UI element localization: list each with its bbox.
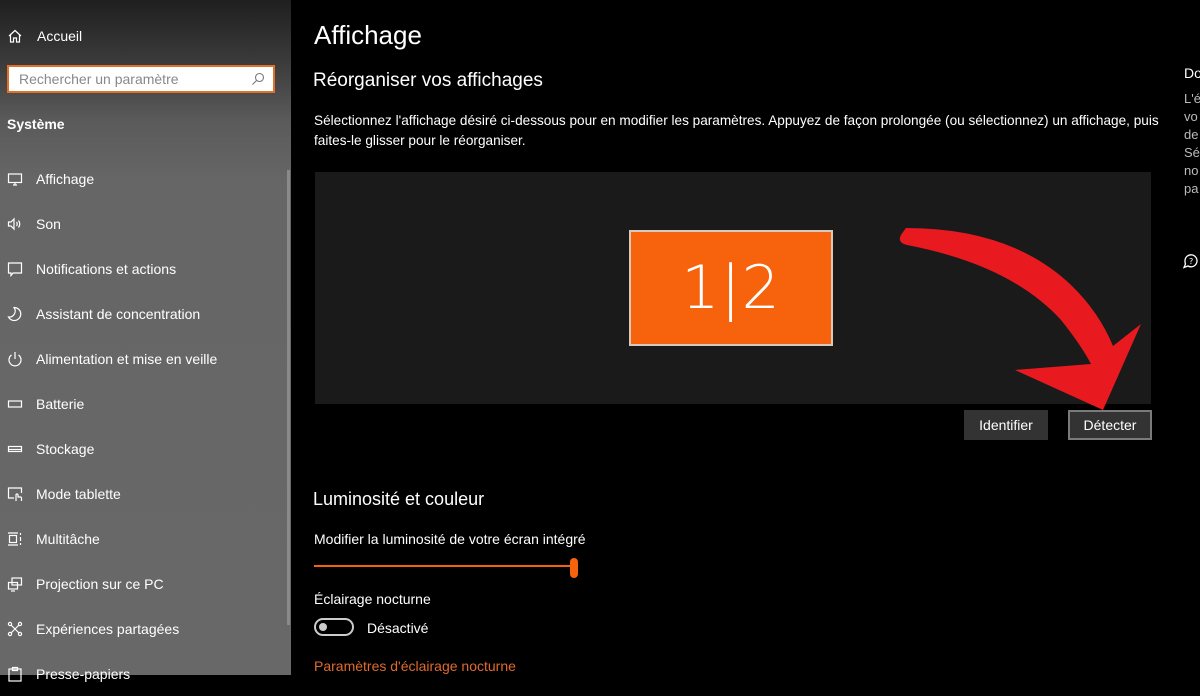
night-light-settings-link[interactable]: Paramètres d'éclairage nocturne: [314, 658, 516, 674]
sidebar-item-alimentation[interactable]: Alimentation et mise en veille: [0, 336, 287, 381]
related-panel-line: de: [1184, 127, 1199, 142]
sidebar-item-batterie[interactable]: Batterie: [0, 381, 287, 426]
sidebar-nav: Affichage Son Notifications et actions A…: [0, 156, 287, 696]
sidebar-item-notifications[interactable]: Notifications et actions: [0, 246, 287, 291]
search-box[interactable]: [7, 65, 275, 93]
sidebar-item-son[interactable]: Son: [0, 201, 287, 246]
svg-text:?: ?: [1189, 257, 1193, 266]
annotation-arrow-shape: [899, 228, 1141, 410]
projection-icon: [7, 576, 23, 592]
sidebar: Accueil Système Affichage Son Notificati…: [0, 0, 291, 682]
related-panel-line: no: [1184, 163, 1199, 178]
night-light-toggle[interactable]: [314, 618, 354, 636]
search-icon[interactable]: [251, 72, 265, 86]
shared-experiences-icon: [7, 621, 23, 636]
sidebar-item-affichage[interactable]: Affichage: [0, 156, 287, 201]
sidebar-item-label: Affichage: [36, 170, 95, 187]
related-panel-line: vo: [1184, 109, 1198, 124]
related-panel-line: pa: [1184, 181, 1199, 196]
home-icon: [8, 29, 22, 43]
sidebar-item-label: Assistant de concentration: [36, 305, 201, 322]
sidebar-item-label: Presse-papiers: [36, 665, 131, 682]
related-panel-title: Do: [1184, 65, 1200, 81]
monitor-icon: [7, 172, 23, 186]
tablet-mode-icon: [7, 486, 23, 501]
brightness-slider[interactable]: [314, 558, 578, 578]
sidebar-item-label: Alimentation et mise en veille: [36, 350, 218, 367]
home-label: Accueil: [37, 28, 83, 44]
brightness-slider-track: [314, 565, 574, 567]
storage-icon: [7, 445, 23, 452]
notification-icon: [7, 261, 23, 277]
moon-icon: [7, 306, 22, 321]
sidebar-item-concentration[interactable]: Assistant de concentration: [0, 291, 287, 336]
night-light-state: Désactivé: [367, 620, 429, 636]
multitask-icon: [8, 531, 22, 546]
sidebar-scrollbar[interactable]: [287, 170, 290, 625]
help-chat-icon[interactable]: ?: [1182, 252, 1200, 270]
sidebar-item-multitache[interactable]: Multitâche: [0, 516, 287, 561]
sidebar-item-projection[interactable]: Projection sur ce PC: [0, 561, 287, 606]
night-light-label: Éclairage nocturne: [314, 591, 431, 607]
sidebar-item-presse-papiers[interactable]: Presse-papiers: [0, 651, 287, 696]
night-light-toggle-knob: [319, 623, 327, 631]
battery-icon: [7, 399, 23, 408]
speaker-icon: [7, 217, 21, 230]
sidebar-item-stockage[interactable]: Stockage: [0, 426, 287, 471]
brightness-slider-thumb[interactable]: [570, 558, 578, 578]
brightness-heading: Luminosité et couleur: [313, 489, 485, 509]
section-title: Système: [7, 116, 65, 132]
sidebar-item-mode-tablette[interactable]: Mode tablette: [0, 471, 287, 516]
sidebar-item-label: Multitâche: [36, 530, 100, 547]
related-panel: Do L'é vo de Sé no pa: [1184, 64, 1200, 198]
search-input[interactable]: [9, 67, 251, 91]
power-icon: [8, 351, 22, 366]
identify-button[interactable]: Identifier: [964, 410, 1048, 440]
related-panel-line: Sé: [1184, 145, 1200, 160]
sidebar-item-label: Expériences partagées: [36, 620, 180, 637]
detect-button[interactable]: Détecter: [1068, 410, 1152, 440]
brightness-slider-label: Modifier la luminosité de votre écran in…: [314, 531, 586, 547]
sidebar-item-experiences-partagees[interactable]: Expériences partagées: [0, 606, 287, 651]
sidebar-item-label: Notifications et actions: [36, 260, 177, 277]
sidebar-item-label: Mode tablette: [36, 485, 121, 502]
sidebar-item-label: Batterie: [36, 395, 85, 412]
sidebar-item-label: Son: [36, 215, 61, 232]
sidebar-item-label: Stockage: [36, 440, 95, 457]
sidebar-item-label: Projection sur ce PC: [36, 575, 164, 592]
home-link[interactable]: Accueil: [7, 26, 82, 46]
clipboard-icon: [8, 666, 22, 682]
main-content: Affichage Réorganiser vos affichages Sél…: [291, 0, 1200, 675]
related-panel-line: L'é: [1184, 91, 1200, 106]
